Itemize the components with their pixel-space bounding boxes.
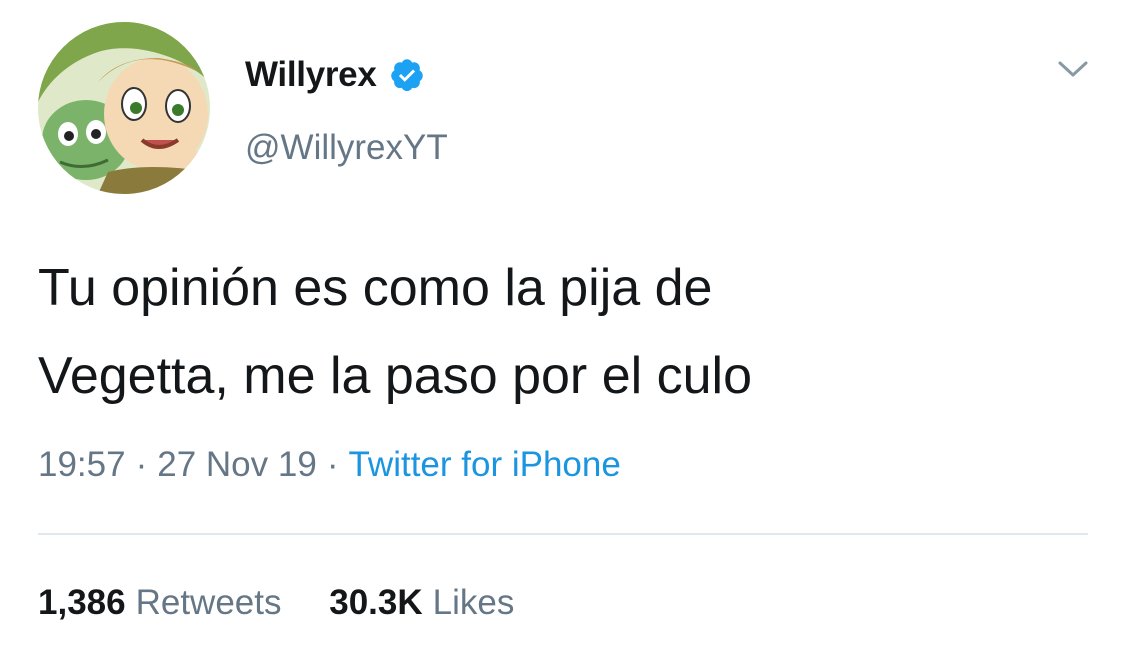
likes-count: 30.3K [329,583,423,622]
user-handle[interactable]: @WillyrexYT [245,128,448,168]
tweet-text: Tu opinión es como la pija de Vegetta, m… [38,244,1078,420]
chevron-down-icon[interactable] [1056,55,1090,83]
tweet-meta: 19:57 · 27 Nov 19 · Twitter for iPhone [38,445,621,485]
retweets-label: Retweets [135,583,282,622]
user-name-row: Willyrex [245,50,425,100]
likes-stat[interactable]: 30.3K Likes [329,583,514,623]
retweets-stat[interactable]: 1,386 Retweets [38,583,282,623]
meta-separator: · [135,445,148,484]
meta-separator: · [326,445,339,484]
tweet-stats: 1,386 Retweets 30.3K Likes [38,583,514,623]
verified-badge-icon [389,57,425,93]
tweet-source-link[interactable]: Twitter for iPhone [348,445,620,484]
tweet-time[interactable]: 19:57 [38,445,126,484]
avatar-image [38,22,210,194]
likes-label: Likes [432,583,515,622]
display-name[interactable]: Willyrex [245,55,377,95]
tweet-text-line: Vegetta, me la paso por el culo [38,347,753,405]
tweet-date[interactable]: 27 Nov 19 [157,445,317,484]
tweet-text-line: Tu opinión es como la pija de [38,259,713,317]
retweets-count: 1,386 [38,583,126,622]
divider [38,533,1088,535]
avatar[interactable] [38,22,210,194]
tweet-card: Willyrex @WillyrexYT Tu opinión es como … [0,0,1125,668]
